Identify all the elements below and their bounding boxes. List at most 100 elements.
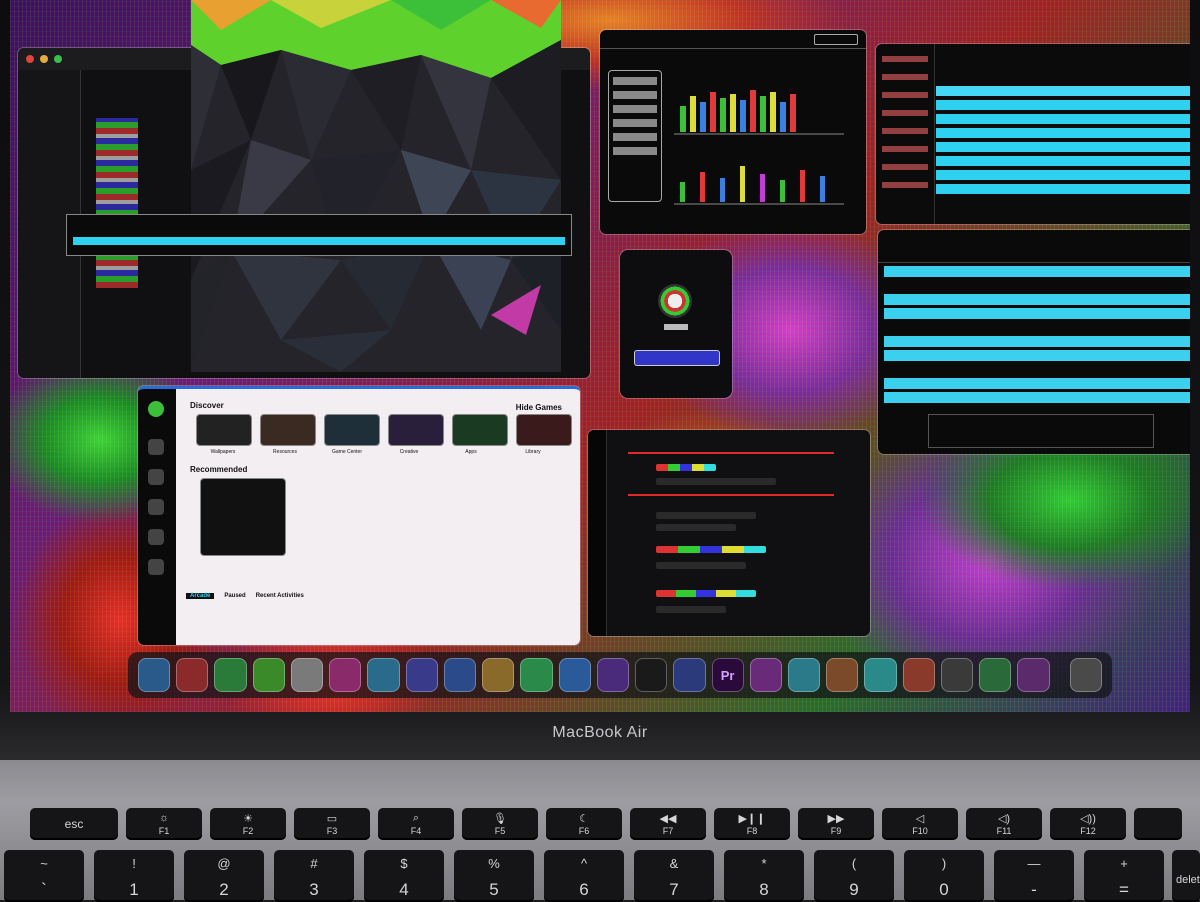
file-row[interactable]	[936, 114, 1190, 124]
music-icon[interactable]	[482, 658, 515, 692]
key-f4[interactable]: ⌕ F4	[378, 808, 454, 840]
profile-icon[interactable]	[148, 401, 164, 417]
selected-download-row[interactable]	[73, 237, 565, 245]
activity-monitor-icon[interactable]	[940, 658, 974, 692]
file-row[interactable]	[936, 86, 1190, 96]
process-row[interactable]	[884, 294, 1190, 305]
process-row[interactable]	[884, 336, 1190, 347]
key-backtick[interactable]: ~ `	[4, 850, 84, 902]
password-field[interactable]	[634, 350, 720, 366]
chat-sidebar[interactable]	[588, 430, 607, 636]
xcode-icon[interactable]	[443, 658, 477, 692]
key-f5[interactable]: 🎙 F5	[462, 808, 538, 840]
key-0[interactable]: ) 0	[904, 850, 984, 902]
tile[interactable]	[260, 414, 316, 446]
mail-icon[interactable]	[290, 658, 324, 692]
notion-icon[interactable]	[635, 658, 668, 692]
key-7[interactable]: & 7	[634, 850, 714, 902]
file-browser-window[interactable]	[876, 44, 1190, 224]
toolbar-button[interactable]	[814, 33, 858, 45]
process-row[interactable]	[884, 378, 1190, 389]
key-f10[interactable]: ◁ F10	[882, 808, 958, 840]
file-row[interactable]	[936, 184, 1190, 194]
terminal-icon[interactable]	[596, 658, 630, 692]
recommended-card[interactable]	[200, 478, 286, 556]
key-delete[interactable]: delete	[1172, 850, 1200, 902]
discord-icon[interactable]	[673, 658, 706, 692]
key-f6[interactable]: ☾ F6	[546, 808, 622, 840]
app-store-window[interactable]: Discover Hide Games Wallpapers Resources…	[138, 386, 580, 645]
download-list-panel[interactable]	[66, 214, 572, 256]
key-f3[interactable]: ▭ F3	[294, 808, 370, 840]
process-row[interactable]	[884, 364, 1190, 375]
options-panel[interactable]	[608, 70, 662, 202]
stats-chart-window[interactable]	[600, 30, 866, 234]
file-row[interactable]	[936, 128, 1190, 138]
zoom-button[interactable]	[54, 55, 62, 63]
tab-paused[interactable]: Paused	[224, 593, 245, 599]
process-row[interactable]	[884, 322, 1190, 333]
nav-icon[interactable]	[148, 559, 164, 575]
settings-icon[interactable]	[902, 658, 935, 692]
trash-icon[interactable]	[1069, 658, 1102, 692]
close-button[interactable]	[26, 55, 34, 63]
key-6[interactable]: ^ 6	[544, 850, 624, 902]
key-f2[interactable]: ☀ F2	[210, 808, 286, 840]
telegram-icon[interactable]	[787, 658, 821, 692]
photos-icon[interactable]	[329, 658, 362, 692]
hide-games-link[interactable]: Hide Games	[516, 403, 562, 412]
key-minus[interactable]: — -	[994, 850, 1074, 902]
key-8[interactable]: * 8	[724, 850, 804, 902]
key-equals[interactable]: + =	[1084, 850, 1164, 902]
touch-id-key[interactable]	[1134, 808, 1182, 840]
tab-recent[interactable]: Recent Activities	[256, 593, 304, 599]
chat-window[interactable]	[588, 430, 870, 636]
messages-icon[interactable]	[252, 658, 285, 692]
key-f8[interactable]: ▶❙❙ F8	[714, 808, 790, 840]
finder-icon[interactable]	[138, 658, 171, 692]
app-store-icon[interactable]	[520, 658, 553, 692]
process-row[interactable]	[884, 350, 1190, 361]
spotify-icon[interactable]	[864, 658, 897, 692]
tab-arcade[interactable]: Arcade	[186, 593, 215, 599]
key-5[interactable]: % 5	[454, 850, 534, 902]
notes-icon[interactable]	[405, 658, 438, 692]
key-3[interactable]: # 3	[274, 850, 354, 902]
finder-sidebar[interactable]	[876, 44, 935, 224]
maps-icon[interactable]	[979, 658, 1012, 692]
key-9[interactable]: ( 9	[814, 850, 894, 902]
vscode-icon[interactable]	[558, 658, 591, 692]
tile[interactable]	[388, 414, 444, 446]
nav-icon[interactable]	[148, 499, 164, 515]
key-1[interactable]: ! 1	[94, 850, 174, 902]
key-f1[interactable]: ☼ F1	[126, 808, 202, 840]
nav-icon[interactable]	[148, 529, 164, 545]
key-esc[interactable]: esc	[30, 808, 118, 840]
file-row[interactable]	[936, 100, 1190, 110]
process-row[interactable]	[884, 308, 1190, 319]
file-row[interactable]	[936, 156, 1190, 166]
key-f7[interactable]: ◀◀ F7	[630, 808, 706, 840]
premiere-icon[interactable]: Pr	[711, 658, 744, 692]
key-f12[interactable]: ◁)) F12	[1050, 808, 1126, 840]
process-row[interactable]	[884, 266, 1190, 277]
key-2[interactable]: @ 2	[184, 850, 264, 902]
file-row[interactable]	[936, 170, 1190, 180]
process-row[interactable]	[884, 392, 1190, 403]
safari-icon[interactable]	[214, 658, 247, 692]
tile[interactable]	[452, 414, 508, 446]
minimize-button[interactable]	[40, 55, 48, 63]
process-monitor-window[interactable]	[878, 230, 1190, 454]
file-list[interactable]	[936, 86, 1190, 198]
key-f11[interactable]: ◁) F11	[966, 808, 1042, 840]
key-4[interactable]: $ 4	[364, 850, 444, 902]
nav-icon[interactable]	[148, 439, 164, 455]
calendar-icon[interactable]	[367, 658, 400, 692]
downloads-icon[interactable]	[1017, 658, 1050, 692]
process-row[interactable]	[884, 280, 1190, 291]
nav-icon[interactable]	[148, 469, 164, 485]
tile[interactable]	[196, 414, 252, 446]
launchpad-icon[interactable]	[176, 658, 209, 692]
file-row[interactable]	[936, 142, 1190, 152]
app-sidebar[interactable]	[138, 389, 176, 645]
